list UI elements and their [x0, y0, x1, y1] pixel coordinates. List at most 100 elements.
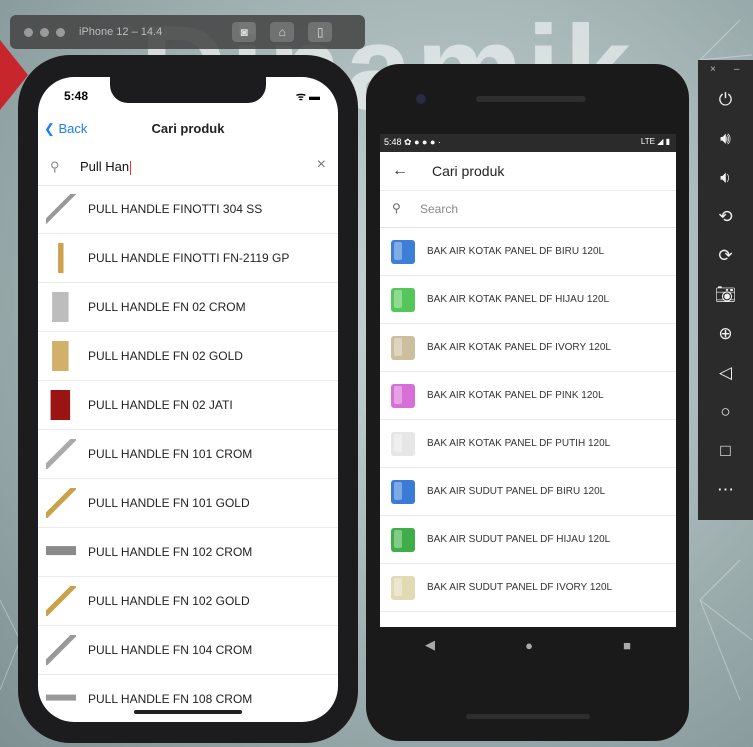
- list-item[interactable]: BAK AIR KOTAK PANEL DF PUTIH 120L: [380, 420, 676, 468]
- screenshot-icon[interactable]: ◙: [232, 22, 257, 42]
- product-name: BAK AIR KOTAK PANEL DF BIRU 120L: [427, 246, 605, 257]
- status-icons: ᯤ ▬: [295, 91, 320, 103]
- more-icon[interactable]: ⋯: [698, 470, 753, 509]
- list-item[interactable]: BAK AIR SUDUT PANEL DF IVORY 120L: [380, 564, 676, 612]
- product-name: BAK AIR KOTAK PANEL DF PUTIH 120L: [427, 438, 611, 449]
- rotate-left-icon[interactable]: ⟲: [698, 197, 753, 236]
- android-screen: 5:48 ✿ ● ● ● · LTE ◢ ▮ ← Cari produk ⚲ S…: [380, 134, 676, 627]
- product-thumbnail: [391, 431, 415, 456]
- android-status-bar: 5:48 ✿ ● ● ● · LTE ◢ ▮: [380, 134, 676, 152]
- chin-speaker: [466, 714, 590, 719]
- home-icon[interactable]: ⌂: [270, 22, 295, 42]
- minimize-icon[interactable]: –: [734, 64, 740, 75]
- back-icon[interactable]: ◁: [698, 353, 753, 392]
- home-icon[interactable]: ○: [698, 392, 753, 431]
- product-thumbnail: [46, 439, 76, 469]
- list-item[interactable]: PULL HANDLE FN 101 GOLD: [38, 479, 338, 528]
- list-item[interactable]: BAK AIR SUDUT PANEL DF BIRU 120L: [380, 468, 676, 516]
- simulator-title-bar: iPhone 12 – 14.4 ◙ ⌂ ▯: [10, 15, 365, 49]
- product-thumbnail: [391, 239, 415, 264]
- arrow-back-icon[interactable]: ←: [392, 162, 408, 180]
- list-item[interactable]: BAK AIR SUDUT PANEL DF HIJAU 120L: [380, 516, 676, 564]
- minimize-window-dot[interactable]: [40, 27, 49, 37]
- status-time: 5:48: [384, 137, 402, 147]
- product-thumbnail: [46, 194, 76, 224]
- search-icon: ⚲: [50, 159, 60, 174]
- clear-icon[interactable]: ×: [317, 156, 326, 174]
- rotate-right-icon[interactable]: ⟳: [698, 236, 753, 275]
- product-name: PULL HANDLE FN 108 CROM: [88, 692, 253, 706]
- product-thumbnail: [46, 635, 76, 665]
- product-name: PULL HANDLE FN 102 GOLD: [88, 594, 250, 608]
- product-name: PULL HANDLE FN 102 CROM: [88, 545, 253, 559]
- ios-navigation-bar: ❮ Back Cari produk: [38, 121, 338, 147]
- product-thumbnail: [46, 537, 76, 567]
- product-name: BAK AIR SUDUT PANEL DF IVORY 120L: [427, 582, 613, 593]
- android-emulator: 5:48 ✿ ● ● ● · LTE ◢ ▮ ← Cari produk ⚲ S…: [366, 64, 689, 741]
- list-item[interactable]: PULL HANDLE FN 02 CROM: [38, 283, 338, 332]
- front-camera: [416, 94, 426, 104]
- home-indicator[interactable]: [134, 710, 242, 714]
- iphone-simulator: 5:48 ᯤ ▬ ❮ Back Cari produk ⚲ Pull Han ×…: [18, 55, 358, 743]
- android-nav-bar: ◀ ● ■: [380, 627, 676, 663]
- iphone-screen: 5:48 ᯤ ▬ ❮ Back Cari produk ⚲ Pull Han ×…: [38, 77, 338, 722]
- ios-status-bar: 5:48 ᯤ ▬: [64, 89, 320, 103]
- list-item[interactable]: PULL HANDLE FINOTTI FN-2119 GP: [38, 234, 338, 283]
- product-thumbnail: [391, 527, 415, 552]
- nav-recents-icon[interactable]: ■: [623, 638, 631, 653]
- product-name: PULL HANDLE FN 104 CROM: [88, 643, 253, 657]
- nav-home-icon[interactable]: ●: [525, 638, 533, 653]
- android-app-bar: ← Cari produk: [380, 152, 676, 191]
- page-title: Cari produk: [151, 121, 225, 136]
- product-thumbnail: [46, 341, 76, 371]
- product-name: PULL HANDLE FN 101 GOLD: [88, 496, 250, 510]
- product-name: BAK AIR SUDUT PANEL DF HIJAU 120L: [427, 534, 611, 545]
- list-item[interactable]: BAK AIR KOTAK PANEL DF IVORY 120L: [380, 324, 676, 372]
- product-name: BAK AIR KOTAK PANEL DF IVORY 120L: [427, 342, 611, 353]
- product-thumbnail: [46, 243, 76, 273]
- list-item[interactable]: PULL HANDLE FN 02 GOLD: [38, 332, 338, 381]
- list-item[interactable]: PULL HANDLE FN 104 CROM: [38, 626, 338, 675]
- product-thumbnail: [46, 586, 76, 616]
- status-notification-icons: ✿ ● ● ● ·: [404, 137, 441, 147]
- status-signal-icons: LTE ◢ ▮: [640, 137, 670, 146]
- camera-icon[interactable]: 📷︎: [698, 275, 753, 314]
- list-item[interactable]: PULL HANDLE FN 102 GOLD: [38, 577, 338, 626]
- product-name: PULL HANDLE FN 101 CROM: [88, 447, 253, 461]
- zoom-icon[interactable]: ⊕: [698, 314, 753, 353]
- overview-icon[interactable]: □: [698, 431, 753, 470]
- rotate-icon[interactable]: ▯: [308, 22, 333, 42]
- list-item[interactable]: PULL HANDLE FN 102 CROM: [38, 528, 338, 577]
- power-icon[interactable]: ⏻: [698, 80, 753, 119]
- search-input[interactable]: Search: [420, 202, 458, 216]
- list-item[interactable]: PULL HANDLE FN 101 CROM: [38, 430, 338, 479]
- product-thumbnail: [391, 575, 415, 600]
- speaker-grille: [476, 96, 586, 102]
- nav-back-icon[interactable]: ◀: [425, 637, 435, 653]
- product-thumbnail: [46, 488, 76, 518]
- list-item[interactable]: BAK AIR KOTAK PANEL DF PINK 120L: [380, 372, 676, 420]
- product-name: PULL HANDLE FINOTTI FN-2119 GP: [88, 251, 290, 265]
- product-thumbnail: [391, 335, 415, 360]
- list-item[interactable]: BAK AIR KOTAK PANEL DF HIJAU 120L: [380, 276, 676, 324]
- search-input-value: Pull Han: [80, 159, 130, 174]
- product-list: PULL HANDLE FINOTTI 304 SS PULL HANDLE FI…: [38, 185, 338, 722]
- simulator-title: iPhone 12 – 14.4: [79, 26, 163, 38]
- list-item[interactable]: PULL HANDLE FN 02 JATI: [38, 381, 338, 430]
- list-item[interactable]: PULL HANDLE FINOTTI 304 SS: [38, 185, 338, 234]
- search-input[interactable]: Pull Han: [80, 159, 132, 175]
- list-item[interactable]: BAK AIR KOTAK PANEL DF BIRU 120L: [380, 228, 676, 276]
- volume-down-icon[interactable]: 🔉︎: [698, 158, 753, 197]
- search-bar[interactable]: ⚲ Search: [380, 191, 676, 228]
- zoom-window-dot[interactable]: [56, 27, 65, 37]
- search-bar: ⚲ Pull Han ×: [38, 153, 338, 186]
- emulator-toolbar: × – ⏻ 🔊︎ 🔉︎ ⟲ ⟳ 📷︎ ⊕ ◁ ○ □ ⋯: [698, 60, 753, 520]
- volume-up-icon[interactable]: 🔊︎: [698, 119, 753, 158]
- close-icon[interactable]: ×: [710, 64, 716, 75]
- product-thumbnail: [46, 684, 76, 714]
- list-item[interactable]: PULL HANDLE FN 108 CROM: [38, 675, 338, 722]
- product-thumbnail: [391, 479, 415, 504]
- status-time: 5:48: [64, 89, 89, 103]
- close-window-dot[interactable]: [24, 27, 33, 37]
- product-thumbnail: [46, 390, 76, 420]
